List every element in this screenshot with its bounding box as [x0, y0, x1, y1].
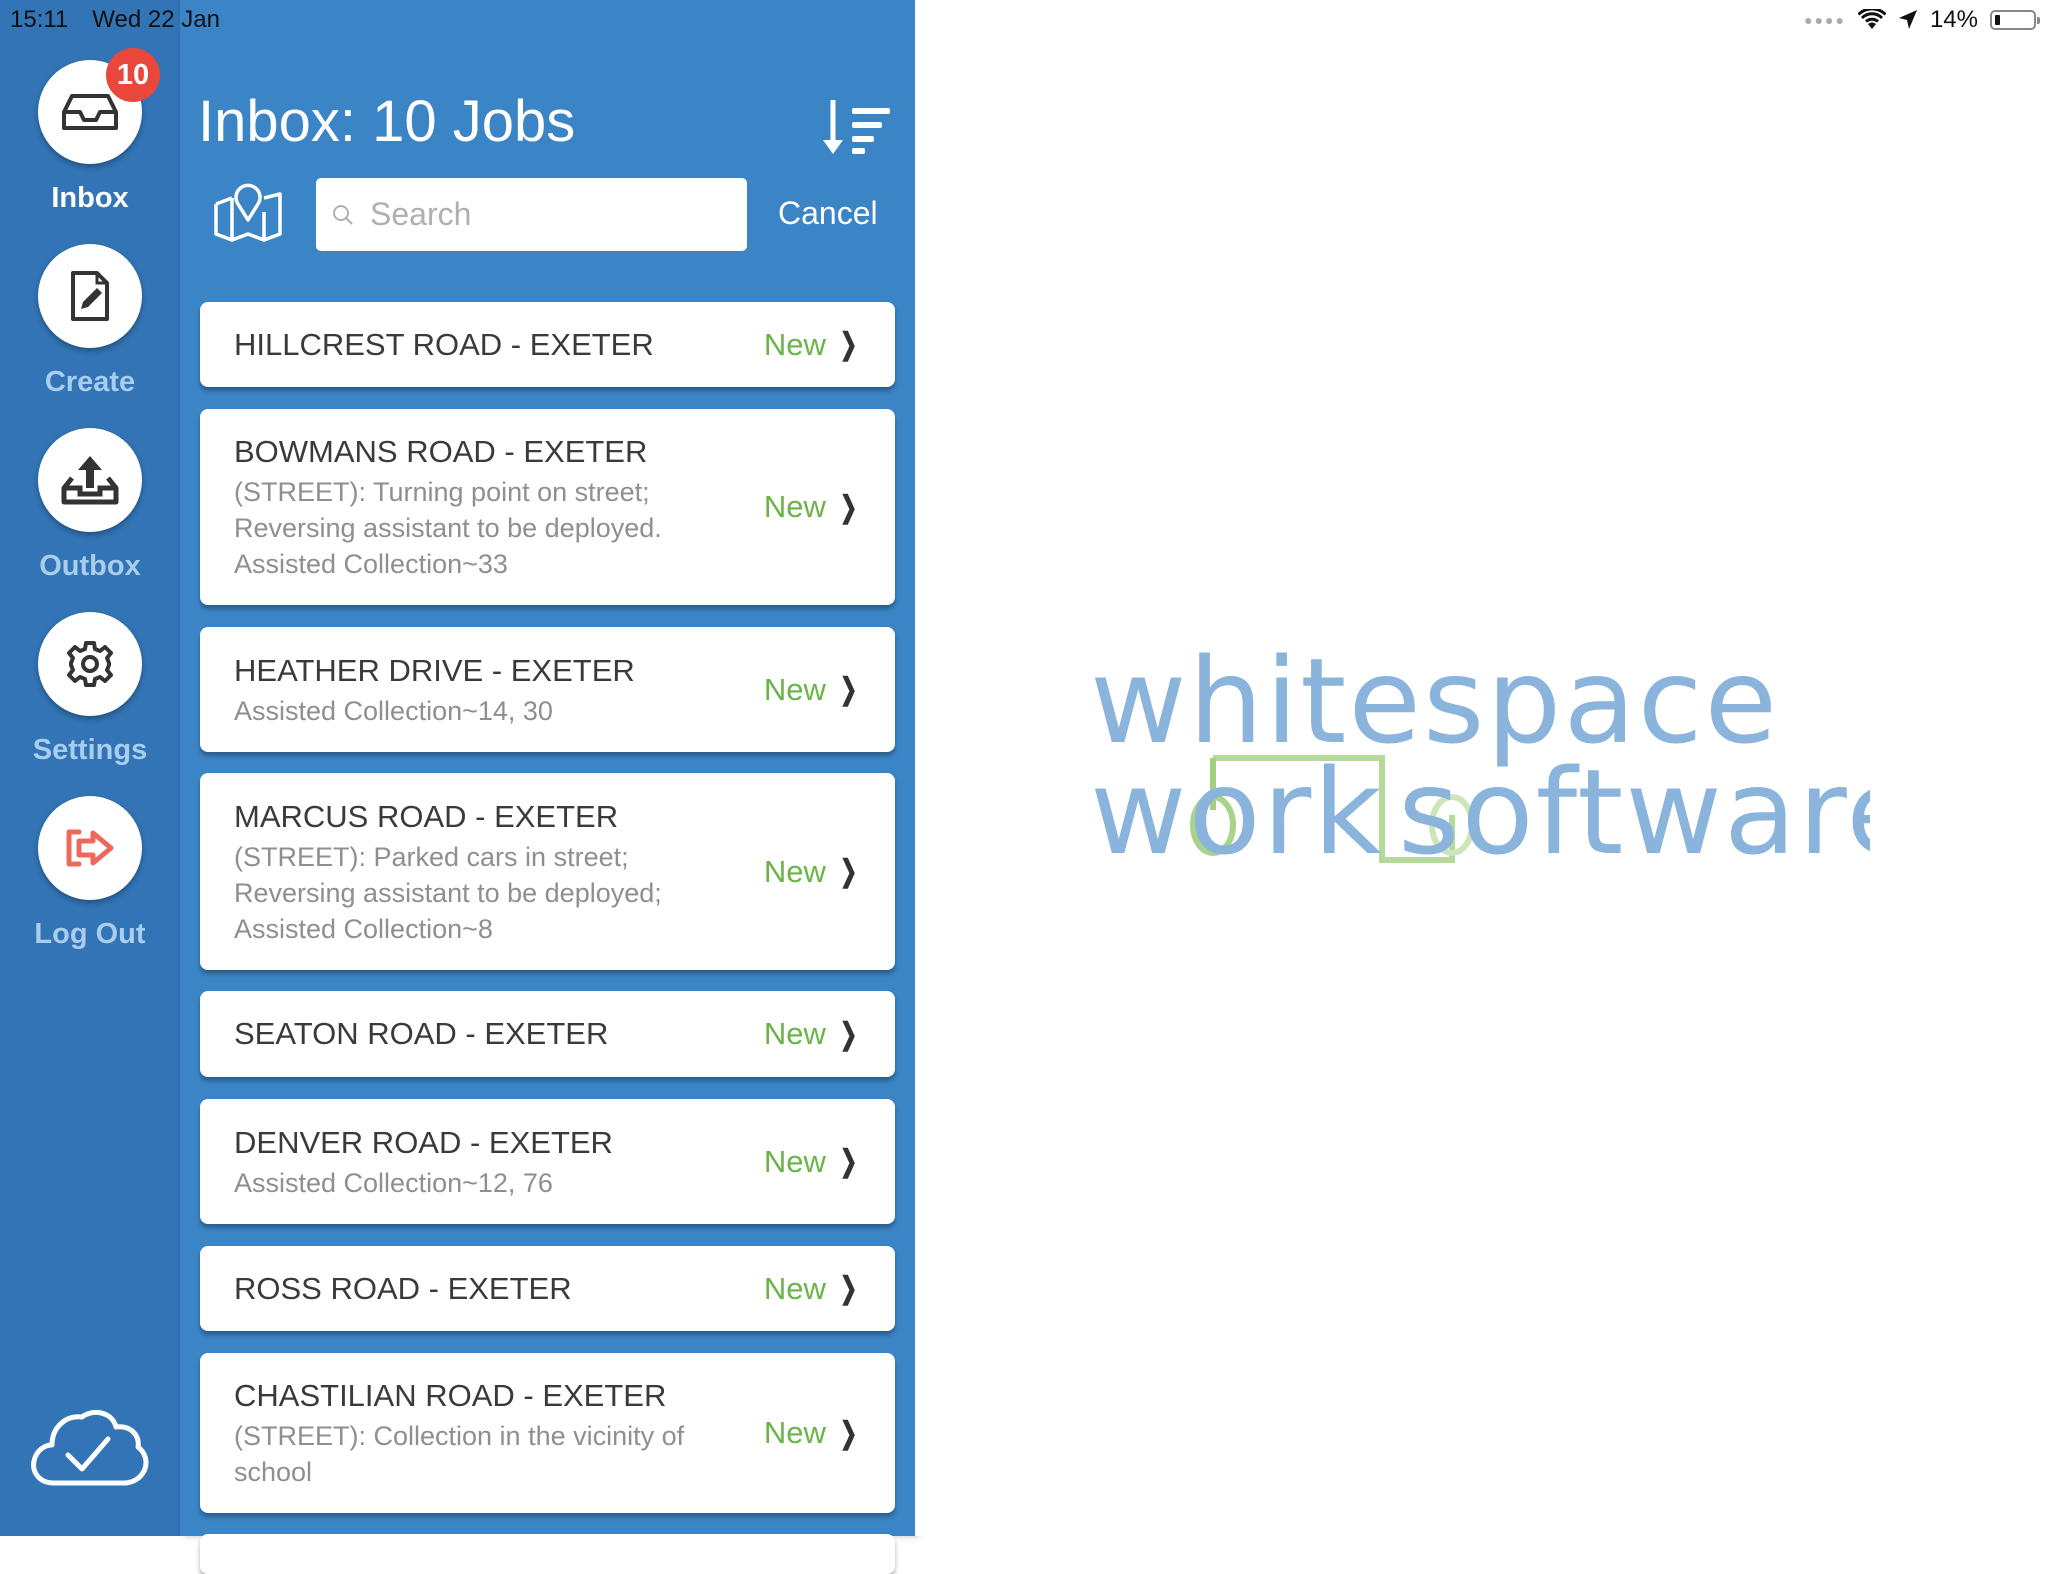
chevron-right-icon: ❯	[839, 1272, 858, 1305]
job-title: DENVER ROAD - EXETER	[234, 1124, 613, 1160]
sidebar: 10 Inbox Create Outbox Settings Log Out	[0, 0, 180, 1536]
inbox-badge: 10	[106, 48, 160, 102]
sidebar-item-label: Inbox	[51, 182, 129, 214]
search-input[interactable]	[368, 195, 732, 234]
job-description: (STREET): Collection in the vicinity of …	[234, 1421, 685, 1487]
job-card[interactable]: BOWMANS ROAD - EXETER (STREET): Turning p…	[200, 409, 895, 605]
cloud-check-icon	[31, 1409, 149, 1486]
sort-button[interactable]	[820, 98, 892, 163]
job-card[interactable]: CHASTILIAN ROAD - EXETER (STREET): Collec…	[200, 1353, 895, 1513]
job-status: New	[763, 1016, 826, 1051]
job-title: MARCUS ROAD - EXETER	[234, 798, 619, 834]
location-arrow-icon	[1898, 10, 1917, 29]
chevron-right-icon: ❯	[839, 490, 858, 524]
status-bar-left: 15:11 Wed 22 Jan	[10, 6, 244, 34]
map-pin-icon	[214, 183, 282, 242]
job-title: SEATON ROAD - EXETER	[234, 1016, 609, 1051]
status-time: 15:11	[10, 6, 69, 33]
sidebar-item-settings[interactable]: Settings	[0, 612, 180, 767]
job-status: New	[763, 489, 826, 524]
job-status: New	[763, 326, 826, 362]
logo-line2-work: work	[1090, 743, 1384, 881]
job-card[interactable]: ROSS ROAD - EXETER New ❯	[200, 1246, 895, 1331]
job-card[interactable]: SEATON ROAD - EXETER New ❯	[200, 991, 895, 1077]
job-title: ROSS ROAD - EXETER	[234, 1270, 572, 1306]
job-title: BOWMANS ROAD - EXETER	[234, 434, 648, 469]
signal-dots-icon: ●●●●	[1804, 12, 1846, 28]
whitespace-logo: whitespace work software	[1090, 640, 1870, 881]
search-icon	[333, 204, 353, 225]
sidebar-item-create[interactable]: Create	[0, 244, 180, 399]
logo-line2-software: software	[1398, 743, 1870, 881]
job-status: New	[763, 1270, 826, 1306]
job-title: HEATHER DRIVE - EXETER	[234, 652, 635, 688]
search-field[interactable]	[316, 178, 747, 251]
create-button[interactable]	[38, 244, 142, 348]
gear-icon	[67, 641, 113, 687]
chevron-right-icon: ❯	[839, 328, 858, 361]
job-description: (STREET): Turning point on street; Rever…	[234, 477, 662, 579]
job-status: New	[763, 1415, 826, 1450]
job-card[interactable]: HEATHER DRIVE - EXETER Assisted Collectio…	[200, 627, 895, 752]
job-card[interactable]: HILLCREST ROAD - EXETER New ❯	[200, 302, 895, 387]
sync-status-button[interactable]	[30, 1405, 150, 1492]
wifi-icon	[1857, 9, 1886, 29]
status-date: Wed 22 Jan	[92, 6, 220, 33]
job-status: New	[763, 671, 826, 707]
job-card[interactable]: DENVER ROAD - EXETER Assisted Collection~…	[200, 1099, 895, 1224]
inbox-button[interactable]: 10	[38, 48, 160, 164]
job-description: (STREET): Parked cars in street; Reversi…	[234, 841, 662, 944]
sidebar-item-label: Create	[44, 366, 136, 398]
sidebar-item-label: Outbox	[39, 550, 141, 582]
chevron-right-icon: ❯	[839, 855, 858, 888]
job-card[interactable]: MARCUS ROAD - EXETER (STREET): Parked car…	[200, 773, 895, 970]
sidebar-item-label: Settings	[32, 734, 148, 766]
job-status: New	[763, 1143, 826, 1179]
inbox-tray-icon	[62, 94, 118, 130]
job-description: Assisted Collection~12, 76	[234, 1167, 553, 1198]
settings-button[interactable]	[38, 612, 142, 716]
job-title: CHASTILIAN ROAD - EXETER	[234, 1378, 667, 1413]
battery-icon	[1990, 10, 2040, 30]
battery-percent: 14%	[1929, 6, 1978, 33]
chevron-right-icon: ❯	[839, 1416, 858, 1450]
logout-arrow-icon	[66, 829, 114, 867]
job-card-partial[interactable]	[200, 1534, 895, 1574]
cancel-button[interactable]: Cancel	[778, 195, 878, 232]
job-description: Assisted Collection~14, 30	[234, 695, 553, 726]
page-title: Inbox: 10 Jobs	[198, 89, 576, 154]
sidebar-item-label: Log Out	[34, 918, 146, 950]
sidebar-item-outbox[interactable]: Outbox	[0, 428, 180, 583]
sidebar-item-inbox[interactable]: 10 Inbox	[0, 48, 180, 215]
map-button[interactable]	[212, 182, 284, 251]
battery-fill	[1995, 15, 2000, 25]
chevron-right-icon: ❯	[839, 1145, 858, 1178]
sidebar-item-logout[interactable]: Log Out	[0, 796, 180, 951]
status-bar-right: ●●●● 14%	[1804, 6, 2040, 34]
outbox-button[interactable]	[38, 428, 142, 532]
document-edit-icon	[71, 271, 109, 321]
chevron-right-icon: ❯	[839, 1017, 858, 1051]
job-status: New	[763, 853, 826, 889]
job-title: HILLCREST ROAD - EXETER	[234, 326, 654, 362]
outbox-upload-icon	[61, 456, 119, 505]
sort-descending-icon	[823, 100, 890, 154]
chevron-right-icon: ❯	[839, 673, 858, 706]
logout-button[interactable]	[38, 796, 142, 900]
